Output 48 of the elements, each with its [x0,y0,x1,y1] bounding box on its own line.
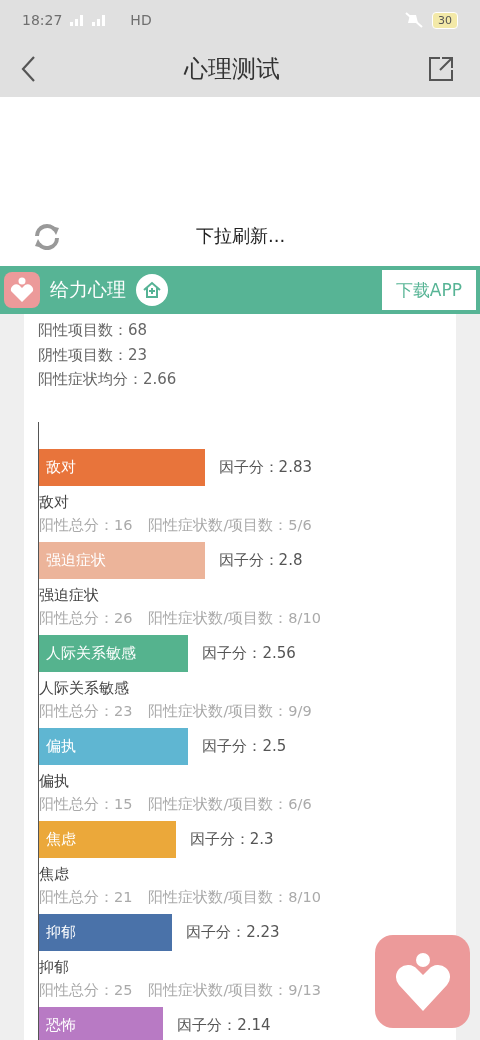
factor-name: 焦虑 [39,863,70,885]
network-label: HD [130,12,152,28]
factor-bar: 敌对 [39,448,205,486]
symptom-ratio: 阳性症状数/项目数：6/6 [148,794,312,814]
symptom-ratio: 阳性症状数/项目数：9/9 [148,701,312,721]
summary-line: 阳性症状均分：2.66 [38,369,178,390]
positive-total: 阳性总分：23 [39,701,133,721]
positive-total: 阳性总分：15 [39,794,133,814]
battery-indicator: 30 [432,11,458,29]
factor-bar: 强迫症状 [39,541,205,579]
page-title: 心理测试 [184,53,280,85]
status-time: 18:27 [22,12,63,28]
positive-total: 阳性总分：26 [39,608,133,628]
factor-name: 强迫症状 [39,584,100,606]
summary-line: 阳性项目数：68 [38,320,149,341]
factor-bar: 焦虑 [39,820,176,858]
factor-score: 因子分：2.8 [218,550,303,570]
mute-icon [404,12,424,28]
summary-line: 阴性项目数：23 [38,344,149,366]
factor-bar: 偏执 [39,727,189,765]
symptom-ratio: 阳性症状数/项目数：8/10 [148,608,321,628]
factor-bar: 抑郁 [39,913,173,951]
factor-score: 因子分：2.5 [202,736,287,756]
factor-bar: 人际关系敏感 [39,634,189,672]
symptom-ratio: 阳性症状数/项目数：9/13 [148,980,321,1000]
home-icon[interactable] [136,274,168,306]
factor-name: 人际关系敏感 [39,677,130,699]
factor-name: 敌对 [39,491,70,513]
factor-bar: 恐怖 [39,1006,164,1040]
brand-name: 给力心理 [50,277,126,302]
share-icon[interactable] [428,55,454,82]
download-app-button[interactable]: 下载APP [381,270,476,310]
positive-total: 阳性总分：16 [39,515,133,535]
positive-total: 阳性总分：21 [39,887,133,907]
symptom-ratio: 阳性症状数/项目数：5/6 [148,515,312,535]
back-icon[interactable] [20,54,36,83]
factor-score: 因子分：2.23 [186,922,280,942]
factor-score: 因子分：2.3 [189,829,274,849]
factor-score: 因子分：2.56 [202,643,296,663]
symptom-ratio: 阳性症状数/项目数：8/10 [148,887,321,907]
factor-name: 偏执 [39,770,70,792]
positive-total: 阳性总分：25 [39,980,133,1000]
refresh-icon [32,222,62,252]
app-logo-icon [4,272,40,308]
refresh-label: 下拉刷新... [196,224,286,248]
factor-score: 因子分：2.83 [218,457,312,477]
factor-score: 因子分：2.14 [177,1015,271,1035]
factor-name: 抑郁 [39,956,70,978]
